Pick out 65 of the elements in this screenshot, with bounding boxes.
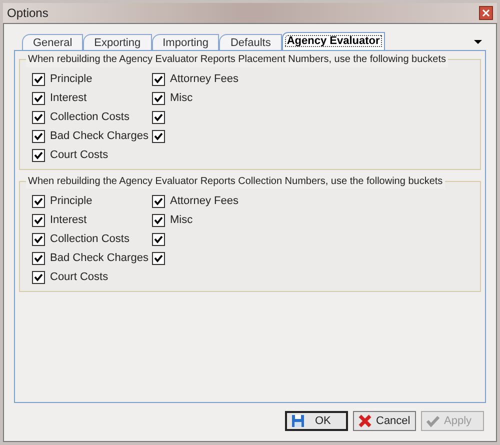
check-icon xyxy=(426,414,440,428)
tab[interactable]: Agency Evaluator xyxy=(282,32,385,50)
close-icon xyxy=(482,9,490,17)
checkbox-label: Principle xyxy=(50,194,92,210)
group-legend: When rebuilding the Agency Evaluator Reports Collection Numbers, use the following buckets xyxy=(26,174,445,189)
checkbox[interactable] xyxy=(152,233,165,246)
cross-icon xyxy=(358,414,372,428)
check-icon xyxy=(154,254,163,263)
checkbox[interactable] xyxy=(32,73,45,86)
close-button[interactable] xyxy=(479,6,493,20)
checkbox-label: Interest xyxy=(50,213,87,228)
checkbox-label: Court Costs xyxy=(50,148,108,164)
checkbox-label: Collection Costs xyxy=(50,232,130,248)
checkbox-label: Court Costs xyxy=(50,270,108,286)
checkbox[interactable] xyxy=(152,130,165,143)
check-icon xyxy=(34,132,43,141)
check-icon xyxy=(34,94,43,103)
checkbox-label: Misc xyxy=(170,91,193,106)
dropdown-arrow-icon[interactable] xyxy=(474,40,482,44)
check-icon xyxy=(154,113,163,122)
check-icon xyxy=(34,113,43,122)
checkbox[interactable] xyxy=(152,195,165,208)
checkbox[interactable] xyxy=(32,271,45,284)
checkbox-label: Misc xyxy=(170,213,193,228)
checkbox[interactable] xyxy=(152,73,165,86)
window-title: Options xyxy=(7,5,48,22)
checkbox[interactable] xyxy=(32,252,45,265)
cancel-button[interactable]: Cancel xyxy=(353,411,416,431)
tab[interactable]: Defaults xyxy=(219,34,282,50)
checkbox[interactable] xyxy=(152,214,165,227)
check-icon xyxy=(34,235,43,244)
checkbox[interactable] xyxy=(32,195,45,208)
check-icon xyxy=(34,216,43,225)
checkbox[interactable] xyxy=(32,92,45,105)
checkbox[interactable] xyxy=(32,233,45,246)
check-icon xyxy=(34,75,43,84)
checkbox-label: Collection Costs xyxy=(50,110,130,126)
check-icon xyxy=(34,254,43,263)
tab[interactable]: Importing xyxy=(152,34,220,50)
checkbox[interactable] xyxy=(32,149,45,162)
ok-button[interactable]: OK xyxy=(285,411,348,431)
checkbox-label: Principle xyxy=(50,72,92,88)
checkbox[interactable] xyxy=(32,130,45,143)
checkbox[interactable] xyxy=(152,111,165,124)
tab[interactable]: Exporting xyxy=(83,34,152,50)
check-icon xyxy=(154,75,163,84)
checkbox-label: Interest xyxy=(50,91,87,106)
check-icon xyxy=(34,151,43,160)
check-icon xyxy=(154,132,163,141)
check-icon xyxy=(154,197,163,206)
checkbox[interactable] xyxy=(32,111,45,124)
checkbox-label: Attorney Fees xyxy=(170,194,238,210)
check-icon xyxy=(154,216,163,225)
check-icon xyxy=(34,197,43,206)
checkbox-label: Attorney Fees xyxy=(170,72,238,88)
checkbox[interactable] xyxy=(152,92,165,105)
checkbox-label: Bad Check Charges xyxy=(50,251,148,266)
checkbox[interactable] xyxy=(152,252,165,265)
check-icon xyxy=(154,94,163,103)
tab[interactable]: General xyxy=(22,34,84,50)
check-icon xyxy=(154,235,163,244)
checkbox[interactable] xyxy=(32,214,45,227)
check-icon xyxy=(34,273,43,282)
group-legend: When rebuilding the Agency Evaluator Reports Placement Numbers, use the following buckets xyxy=(26,52,448,67)
checkbox-label: Bad Check Charges xyxy=(50,129,148,144)
